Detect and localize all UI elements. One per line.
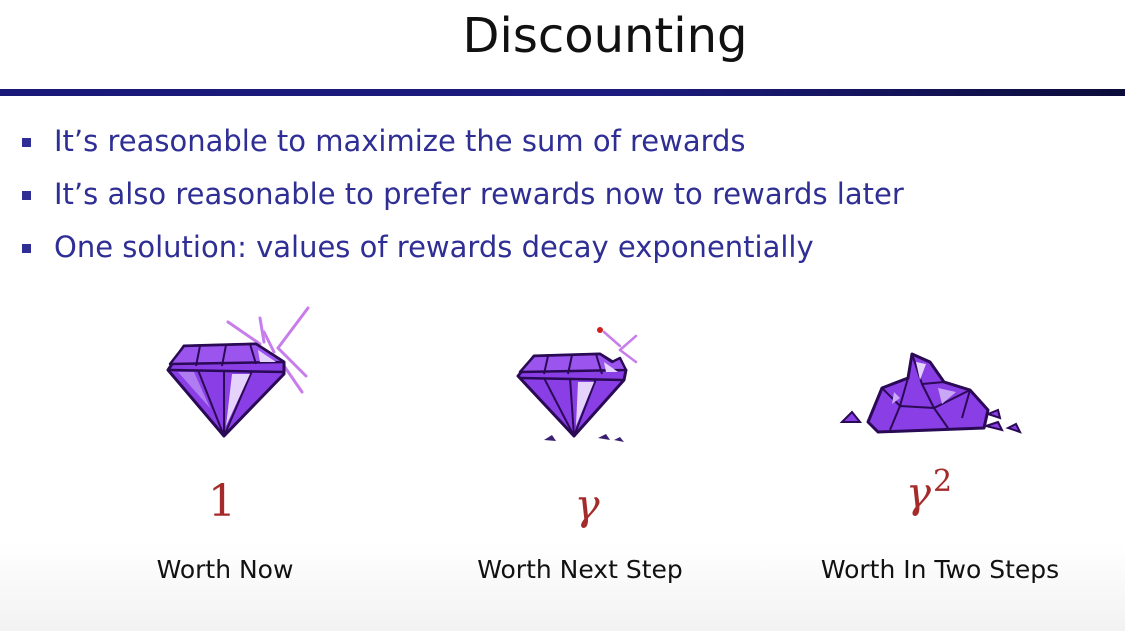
caption-worth-next-step: Worth Next Step: [477, 555, 683, 584]
value-gamma: γ: [574, 480, 600, 529]
bullet-square-icon: [22, 191, 31, 200]
title-divider: [0, 89, 1125, 96]
sparkling-gem-icon: [166, 306, 310, 438]
slide-title: Discounting: [462, 8, 748, 64]
chipped-gem-icon: [516, 327, 638, 442]
value-gamma-squared: γ2: [888, 464, 968, 517]
gamma-base: γ: [905, 468, 931, 517]
exponent: 2: [933, 464, 953, 499]
crumbled-gem-icon: [839, 352, 1022, 434]
caption-worth-in-two-steps: Worth In Two Steps: [820, 555, 1060, 584]
bullet-item: It’s also reasonable to prefer rewards n…: [20, 177, 904, 230]
value-one: 1: [208, 476, 236, 527]
bullet-text: It’s reasonable to maximize the sum of r…: [54, 124, 746, 158]
bullet-text: One solution: values of rewards decay ex…: [54, 230, 814, 264]
bullet-text: It’s also reasonable to prefer rewards n…: [54, 177, 904, 211]
bullet-item: One solution: values of rewards decay ex…: [20, 230, 904, 283]
bullet-list: It’s reasonable to maximize the sum of r…: [20, 124, 904, 283]
bullet-square-icon: [22, 244, 31, 253]
bullet-item: It’s reasonable to maximize the sum of r…: [20, 124, 904, 177]
slide: Discounting It’s reasonable to maximize …: [0, 0, 1125, 631]
caption-worth-now: Worth Now: [156, 555, 294, 584]
bullet-square-icon: [22, 138, 31, 147]
